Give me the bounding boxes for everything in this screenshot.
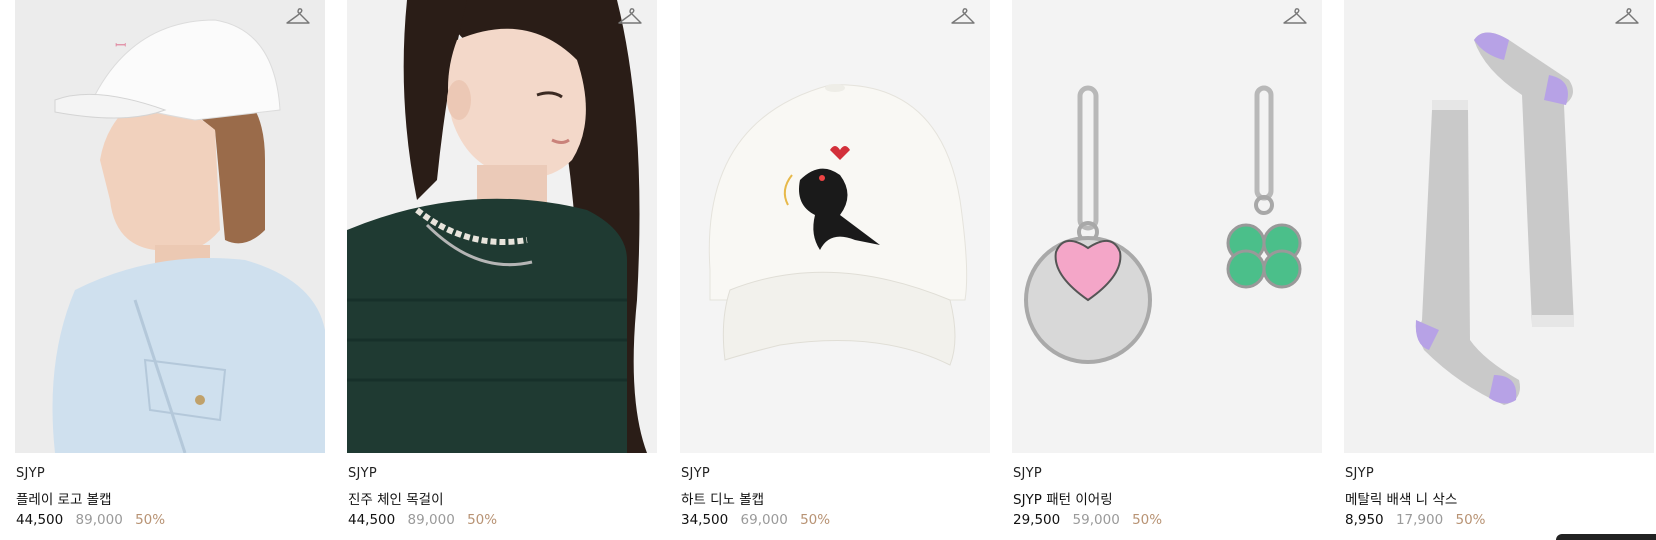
- hanger-icon[interactable]: [617, 4, 643, 30]
- product-card[interactable]: SJYP 진주 체인 목걸이 44,500 89,000 50%: [347, 0, 657, 540]
- sale-price: 34,500: [681, 512, 729, 528]
- hanger-icon[interactable]: [950, 4, 976, 30]
- product-image[interactable]: [680, 0, 990, 453]
- sale-price: 44,500: [348, 512, 396, 528]
- product-name[interactable]: SJYP 패턴 이어링: [1013, 488, 1113, 508]
- sale-price: 29,500: [1013, 512, 1061, 528]
- original-price: 17,900: [1395, 512, 1444, 528]
- dino-cap-illustration: [680, 0, 990, 453]
- brand-name: SJYP: [348, 466, 378, 481]
- price-row: 44,500 89,000 50%: [348, 512, 497, 528]
- product-card[interactable]: SJYP SJYP 패턴 이어링 29,500 59,000 50%: [1012, 0, 1322, 540]
- price-row: 29,500 59,000 50%: [1013, 512, 1162, 528]
- sale-price: 8,950: [1345, 512, 1384, 528]
- model-cap-illustration: ꟷ: [15, 0, 325, 453]
- earrings-illustration: [1012, 0, 1322, 453]
- product-name[interactable]: 플레이 로고 볼캡: [16, 488, 112, 508]
- hanger-icon[interactable]: [1614, 4, 1640, 30]
- original-price: 59,000: [1072, 512, 1120, 528]
- brand-name: SJYP: [1345, 466, 1375, 481]
- discount-rate: 50%: [135, 512, 166, 528]
- price-row: 34,500 69,000 50%: [681, 512, 830, 528]
- discount-rate: 50%: [800, 512, 831, 528]
- price-row: 8,950 17,900 50%: [1345, 512, 1486, 528]
- product-name[interactable]: 하트 디노 볼캡: [681, 488, 764, 508]
- brand-name: SJYP: [1013, 466, 1043, 481]
- discount-rate: 50%: [1132, 512, 1163, 528]
- product-image[interactable]: [347, 0, 657, 453]
- brand-name: SJYP: [16, 466, 46, 481]
- hanger-icon[interactable]: [1282, 4, 1308, 30]
- price-row: 44,500 89,000 50%: [16, 512, 165, 528]
- discount-rate: 50%: [467, 512, 498, 528]
- product-image[interactable]: ꟷ: [15, 0, 325, 453]
- discount-rate: 50%: [1455, 512, 1486, 528]
- product-name[interactable]: 메탈릭 배색 니 삭스: [1345, 488, 1457, 508]
- product-card[interactable]: ꟷ SJYP 플레이 로고 볼캡 44,500 89,000 50%: [15, 0, 325, 540]
- floating-widget-edge[interactable]: [1556, 534, 1656, 540]
- original-price: 89,000: [75, 512, 123, 528]
- product-grid: ꟷ SJYP 플레이 로고 볼캡 44,500 89,000 50% SJYP …: [0, 0, 1656, 540]
- hanger-icon[interactable]: [285, 4, 311, 30]
- brand-name: SJYP: [681, 466, 711, 481]
- sale-price: 44,500: [16, 512, 64, 528]
- product-image[interactable]: [1012, 0, 1322, 453]
- product-image[interactable]: [1344, 0, 1654, 453]
- product-card[interactable]: SJYP 하트 디노 볼캡 34,500 69,000 50%: [680, 0, 990, 540]
- product-name[interactable]: 진주 체인 목걸이: [348, 488, 444, 508]
- original-price: 69,000: [740, 512, 788, 528]
- socks-illustration: [1344, 0, 1654, 453]
- product-card[interactable]: SJYP 메탈릭 배색 니 삭스 8,950 17,900 50%: [1344, 0, 1654, 540]
- model-necklace-illustration: [347, 0, 657, 453]
- svg-text:ꟷ: ꟷ: [115, 38, 126, 54]
- original-price: 89,000: [407, 512, 455, 528]
